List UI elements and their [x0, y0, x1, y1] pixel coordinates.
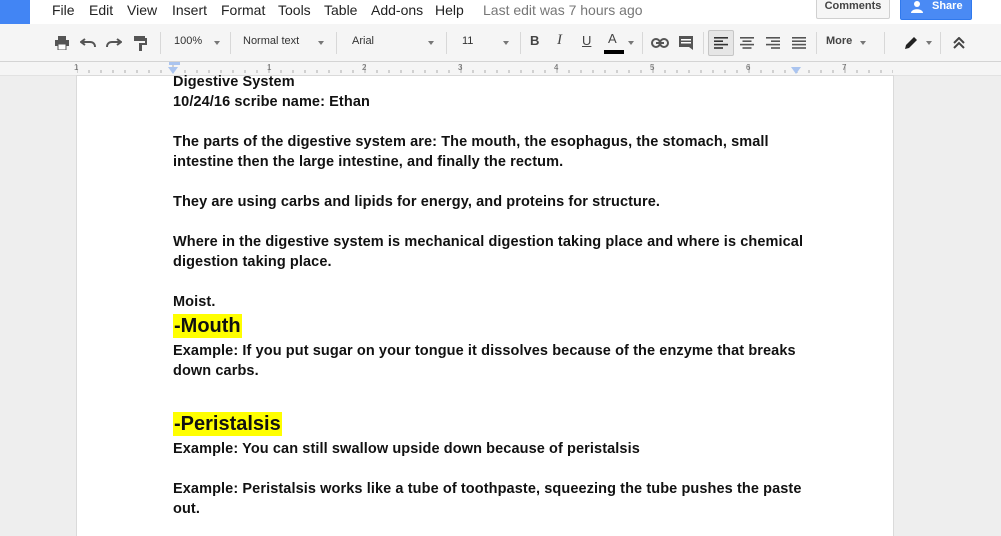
ruler-number: 3	[458, 63, 463, 72]
toolbar-divider	[520, 32, 521, 54]
link-icon[interactable]	[650, 33, 670, 53]
align-center-icon[interactable]	[738, 33, 756, 53]
pencil-icon[interactable]	[902, 33, 920, 53]
justify-icon[interactable]	[790, 33, 808, 53]
chevron-down-icon	[503, 41, 509, 45]
text-color-swatch	[604, 50, 624, 54]
menu-view[interactable]: View	[127, 2, 157, 18]
doc-title: Digestive System	[173, 74, 295, 90]
toolbar-divider	[336, 32, 337, 54]
menu-table[interactable]: Table	[324, 2, 357, 18]
doc-paragraph: intestine then the large intestine, and …	[173, 154, 564, 170]
chevron-down-icon	[214, 41, 220, 45]
toolbar: 100% Normal text Arial 11 B I U A More	[0, 24, 1001, 62]
toolbar-divider	[446, 32, 447, 54]
comments-label: Comments	[824, 0, 882, 12]
last-edit-status[interactable]: Last edit was 7 hours ago	[483, 2, 643, 18]
menu-help[interactable]: Help	[435, 2, 464, 18]
collapse-toolbar-icon[interactable]	[950, 33, 968, 53]
more-button[interactable]: More	[826, 35, 852, 47]
ruler-number: 4	[554, 63, 559, 72]
first-line-indent-marker[interactable]	[169, 62, 180, 65]
chevron-down-icon	[428, 41, 434, 45]
menu-edit[interactable]: Edit	[89, 2, 113, 18]
comment-icon[interactable]	[677, 33, 695, 53]
font-size-select[interactable]: 11	[462, 35, 473, 47]
toolbar-divider	[230, 32, 231, 54]
undo-icon[interactable]	[79, 33, 97, 53]
doc-paragraph: digestion taking place.	[173, 254, 332, 270]
menu-bar: File Edit View Insert Format Tools Table…	[0, 0, 1001, 24]
ruler-number: 7	[842, 63, 847, 72]
doc-paragraph: Example: If you put sugar on your tongue…	[173, 343, 796, 359]
left-indent-marker[interactable]	[168, 67, 178, 74]
toolbar-divider	[160, 32, 161, 54]
chevron-down-icon	[628, 41, 634, 45]
comments-button[interactable]: Comments	[816, 0, 890, 19]
share-label: Share	[932, 0, 963, 12]
menu-format[interactable]: Format	[221, 2, 265, 18]
toolbar-divider	[884, 32, 885, 54]
font-select[interactable]: Arial	[352, 35, 374, 47]
doc-paragraph: Example: Peristalsis works like a tube o…	[173, 481, 802, 497]
docs-logo-icon[interactable]	[0, 0, 30, 24]
share-button[interactable]: Share	[900, 0, 972, 20]
document-page[interactable]: Digestive System 10/24/16 scribe name: E…	[77, 74, 893, 536]
zoom-select[interactable]: 100%	[174, 35, 202, 47]
ruler-number: 1	[267, 63, 272, 72]
doc-paragraph: out.	[173, 501, 200, 517]
menu-insert[interactable]: Insert	[172, 2, 207, 18]
align-right-icon[interactable]	[764, 33, 782, 53]
person-icon	[911, 1, 927, 16]
chevron-down-icon	[318, 41, 324, 45]
right-indent-marker[interactable]	[791, 67, 801, 74]
doc-paragraph: Example: You can still swallow upside do…	[173, 441, 640, 457]
ruler-number: 5	[650, 63, 655, 72]
style-select[interactable]: Normal text	[243, 35, 299, 47]
ruler-number: 6	[746, 63, 751, 72]
doc-heading-peristalsis: -Peristalsis	[173, 412, 282, 436]
print-icon[interactable]	[53, 33, 71, 53]
redo-icon[interactable]	[105, 33, 123, 53]
ruler-number: 2	[362, 63, 367, 72]
bold-button[interactable]: B	[530, 33, 539, 48]
toolbar-divider	[940, 32, 941, 54]
underline-button[interactable]: U	[582, 33, 591, 48]
doc-paragraph: The parts of the digestive system are: T…	[173, 134, 769, 150]
doc-subtitle: 10/24/16 scribe name: Ethan	[173, 94, 370, 110]
menu-file[interactable]: File	[52, 2, 75, 18]
doc-paragraph: Where in the digestive system is mechani…	[173, 234, 804, 250]
align-left-icon	[712, 33, 730, 53]
text-color-button[interactable]: A	[608, 31, 617, 46]
doc-paragraph: Moist.	[173, 294, 216, 310]
menu-tools[interactable]: Tools	[278, 2, 311, 18]
ruler-number: 1	[74, 63, 79, 72]
chevron-down-icon	[860, 41, 866, 45]
paint-format-icon[interactable]	[131, 33, 149, 53]
toolbar-divider	[642, 32, 643, 54]
menu-add-ons[interactable]: Add-ons	[371, 2, 423, 18]
doc-paragraph: down carbs.	[173, 363, 259, 379]
doc-heading-mouth: -Mouth	[173, 314, 242, 338]
doc-paragraph: They are using carbs and lipids for ener…	[173, 194, 661, 210]
chevron-down-icon	[926, 41, 932, 45]
toolbar-divider	[816, 32, 817, 54]
toolbar-divider	[703, 32, 704, 54]
italic-button[interactable]: I	[557, 32, 562, 49]
